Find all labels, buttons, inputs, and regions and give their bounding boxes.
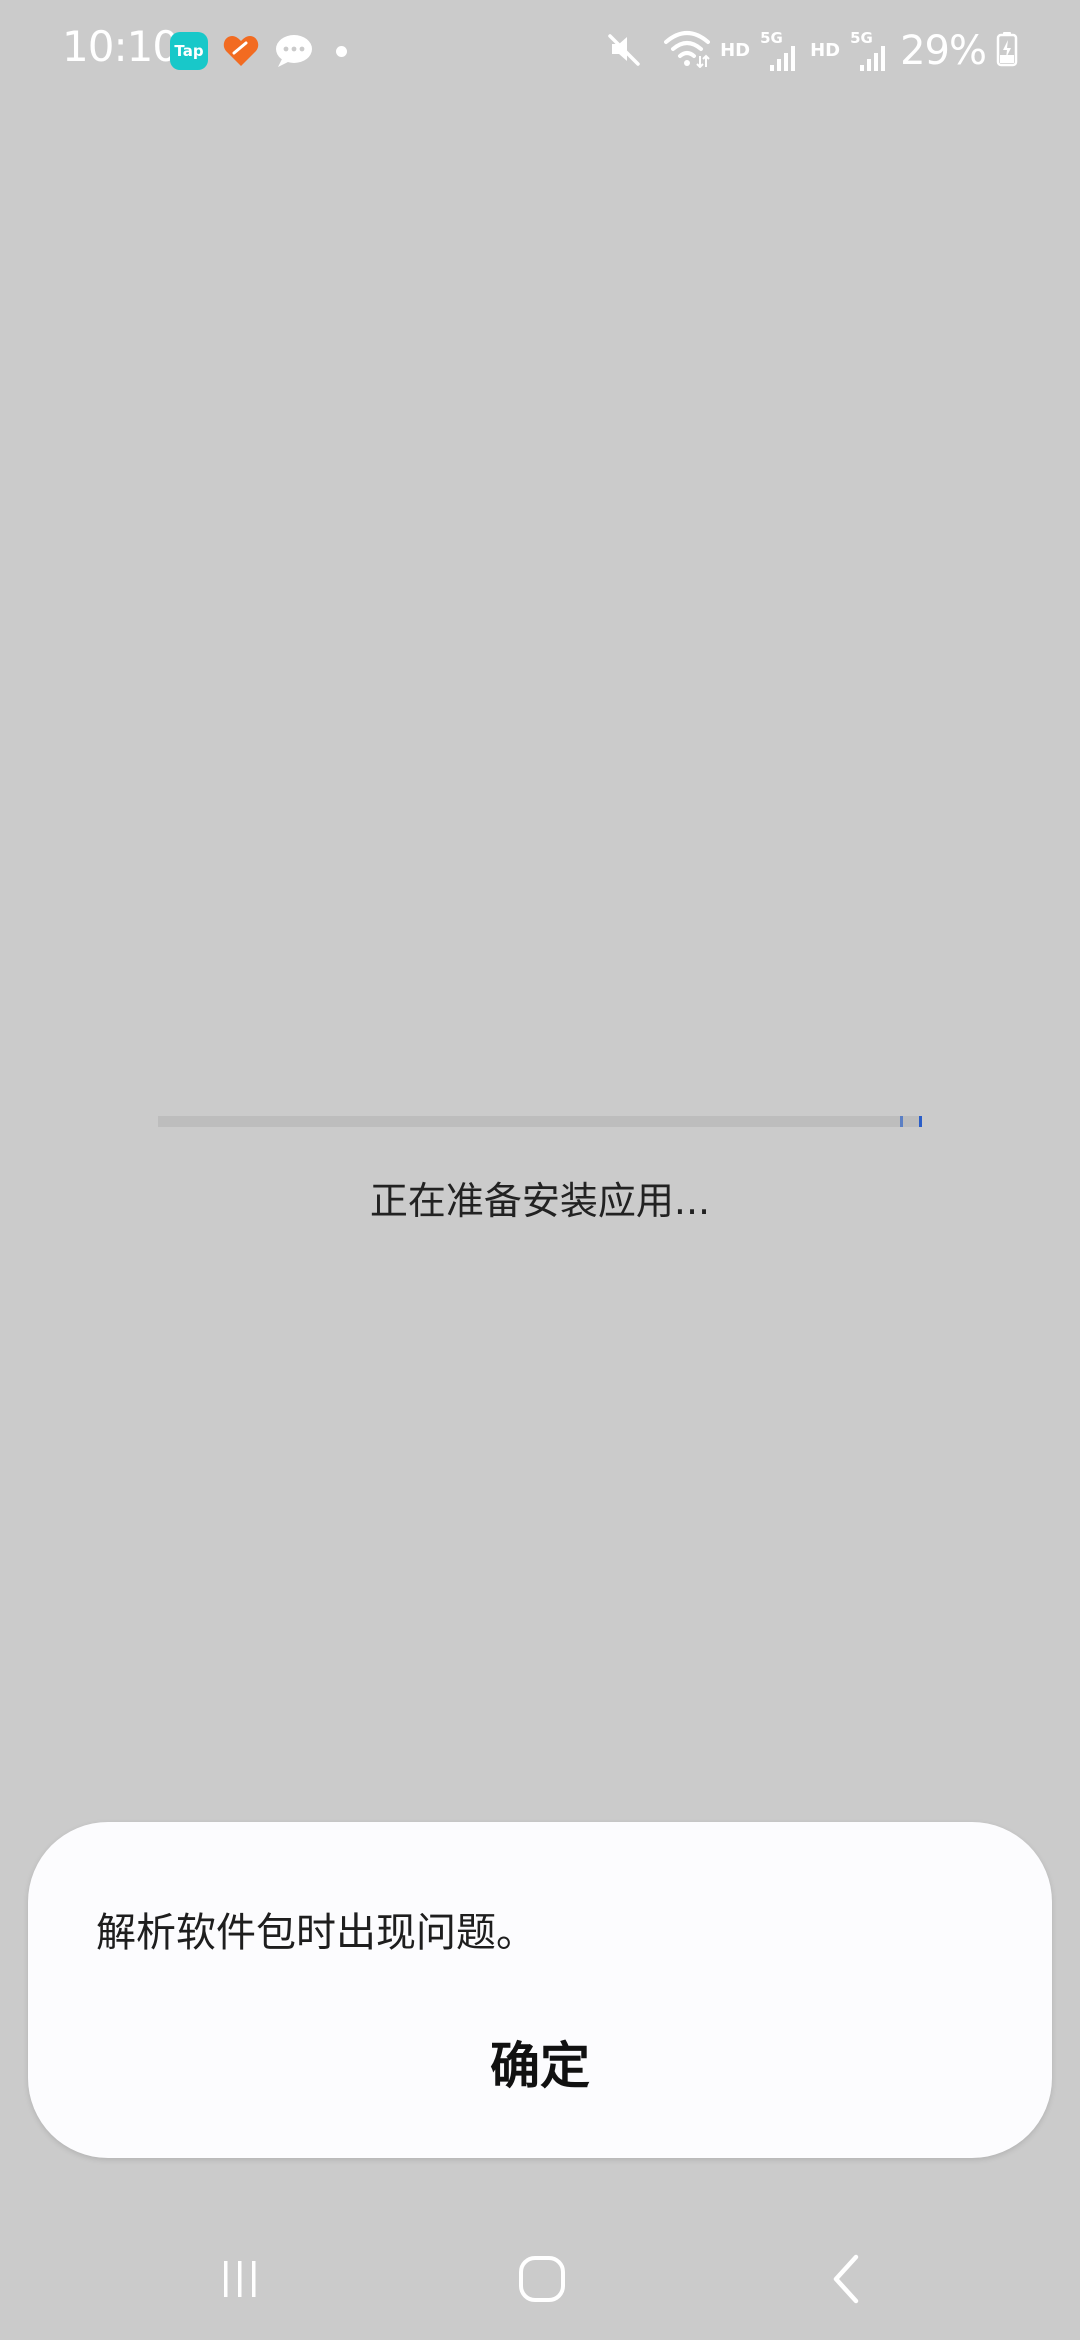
more-notifications-dot-icon	[336, 45, 347, 57]
status-bar: 10:10 Tap HD 5G HD 5G 29%	[0, 0, 1080, 100]
back-icon	[824, 2253, 868, 2309]
notification-icons: Tap	[170, 30, 347, 72]
mute-icon	[606, 30, 644, 72]
install-progress-bar	[158, 1116, 922, 1127]
parse-error-dialog: 解析软件包时出现问题。 确定	[28, 1822, 1052, 2158]
taptap-app-icon: Tap	[170, 32, 208, 70]
hd-voice-label-2: HD	[810, 39, 841, 61]
home-button[interactable]	[502, 2246, 582, 2316]
signal-strength-icon: 5G	[760, 29, 800, 71]
recents-icon	[216, 2255, 264, 2307]
navigation-bar	[0, 2220, 1080, 2340]
status-time: 10:10	[62, 22, 179, 71]
taptap-logo-text: Tap	[174, 42, 204, 60]
home-icon	[516, 2253, 568, 2309]
ok-button[interactable]: 确定	[28, 2022, 1052, 2102]
install-status-text: 正在准备安装应用...	[369, 1179, 711, 1223]
back-button[interactable]	[806, 2246, 886, 2316]
system-status-icons: HD 5G HD 5G 29%	[606, 26, 1018, 76]
dialog-message: 解析软件包时出现问题。	[96, 1910, 536, 1956]
battery-charging-icon	[996, 31, 1018, 71]
wifi-icon	[664, 30, 711, 72]
heart-app-icon	[222, 32, 260, 70]
battery-percentage: 29%	[900, 28, 987, 74]
recents-button[interactable]	[200, 2246, 280, 2316]
chat-bubble-icon	[274, 32, 314, 70]
signal-strength-icon-2: 5G	[850, 29, 890, 71]
hd-voice-label: HD	[720, 39, 751, 61]
install-progress-indicator	[900, 1116, 922, 1127]
